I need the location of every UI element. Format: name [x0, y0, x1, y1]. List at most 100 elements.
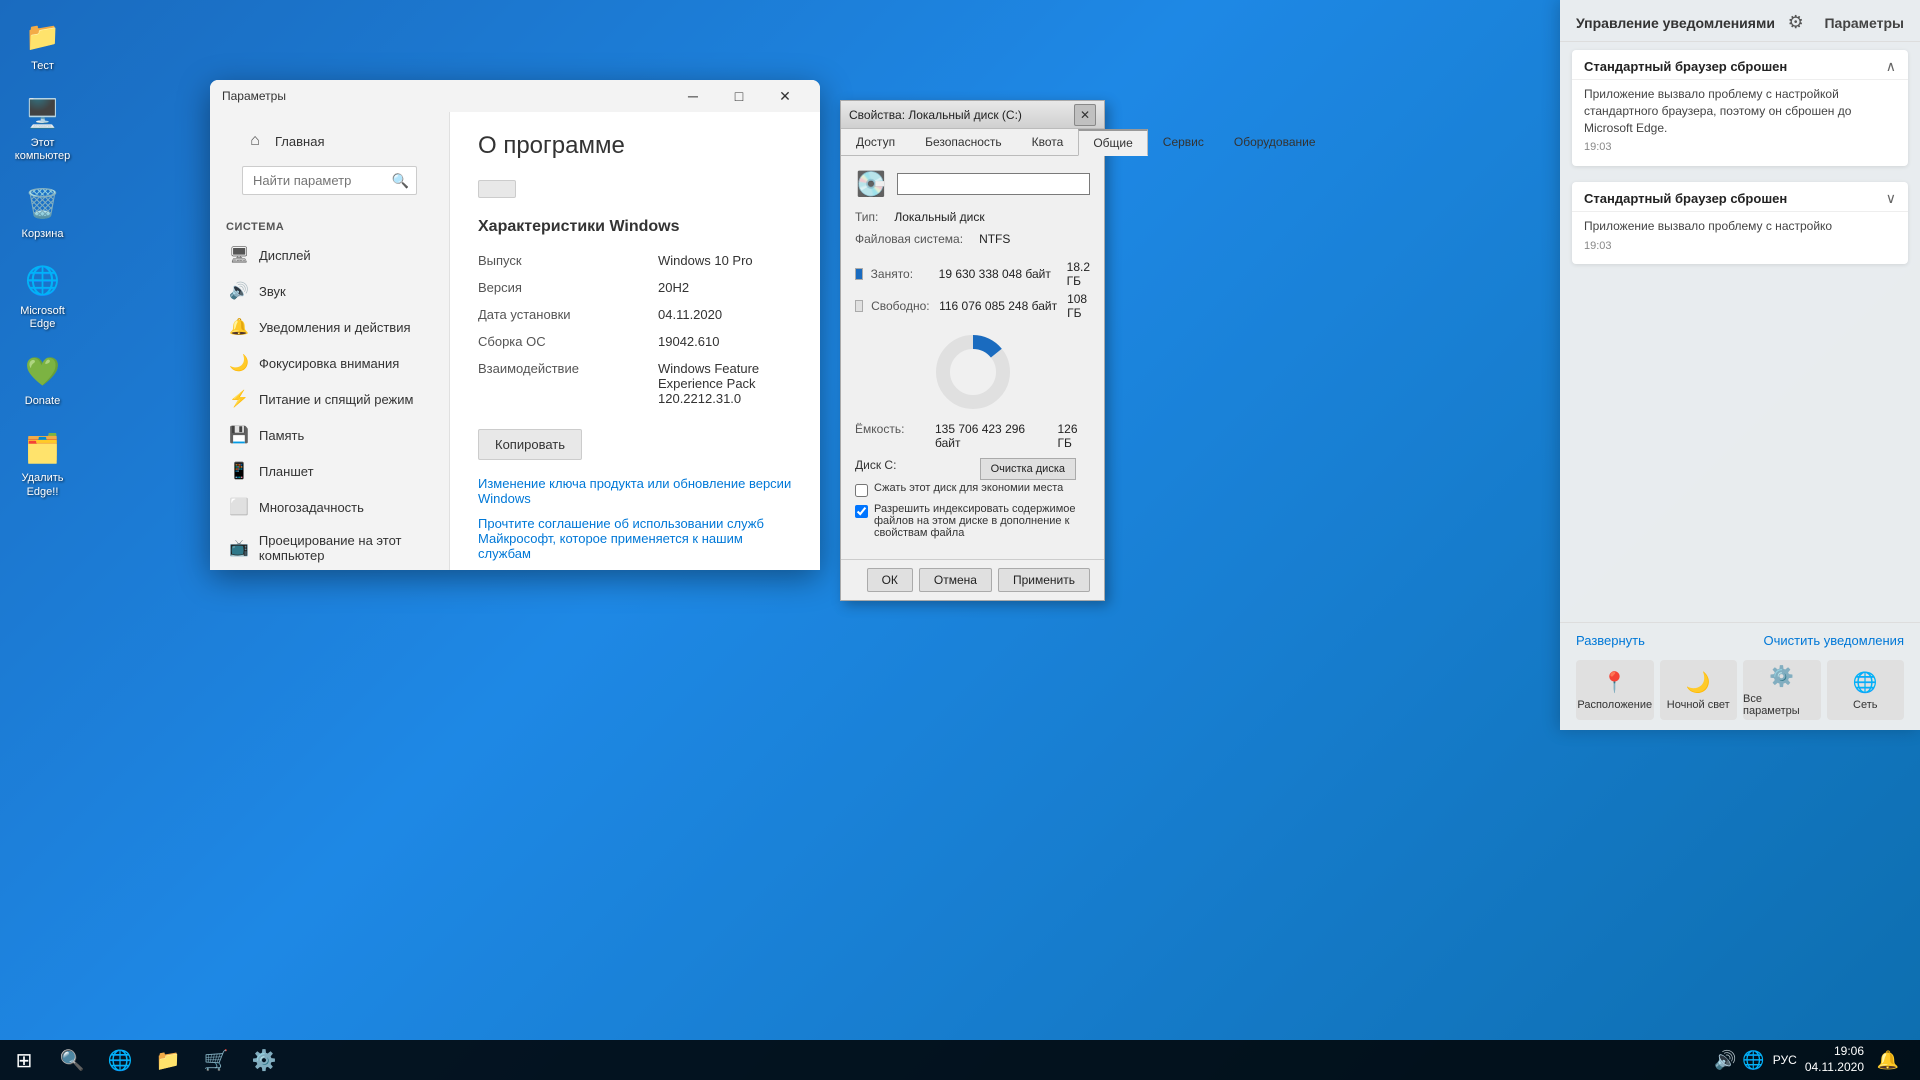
notification-button[interactable]: 🔔 — [1872, 1040, 1904, 1080]
quick-action-settings[interactable]: ⚙️ Все параметры — [1743, 660, 1821, 720]
tester-icon: 📁 — [23, 16, 63, 56]
notif-expand-link[interactable]: Развернуть — [1576, 633, 1645, 648]
sidebar-item-display[interactable]: 🖥 Дисплей — [210, 237, 449, 273]
desktop-icon-delete[interactable]: 🗂️ Удалить Edge!! — [5, 422, 80, 504]
taskbar-date: 04.11.2020 — [1805, 1060, 1864, 1076]
desktop-icon-msedge[interactable]: 🌐 Microsoft Edge — [5, 255, 80, 337]
quick-action-network[interactable]: 🌐 Сеть — [1827, 660, 1905, 720]
sidebar-item-tablet[interactable]: 📱 Планшет — [210, 453, 449, 489]
taskbar-edge-button[interactable]: 🌐 — [96, 1040, 144, 1080]
sidebar-item-sound[interactable]: 🔊 Звук — [210, 273, 449, 309]
taskbar-search-button[interactable]: 🔍 — [48, 1040, 96, 1080]
sidebar-item-focus[interactable]: 🌙 Фокусировка внимания — [210, 345, 449, 381]
notification-icon: 🔔 — [1877, 1050, 1899, 1071]
disk-cancel-button[interactable]: Отмена — [919, 568, 992, 592]
mycomputer-label: Этот компьютер — [9, 137, 76, 163]
notif-card-0-title: Стандартный браузер сброшен — [1584, 59, 1787, 74]
sidebar-notif-label: Уведомления и действия — [259, 320, 411, 335]
notif-clear-link[interactable]: Очистить уведомления — [1764, 633, 1904, 648]
taskbar-settings-button[interactable]: ⚙️ — [240, 1040, 288, 1080]
quick-action-nightlight[interactable]: 🌙 Ночной свет — [1660, 660, 1738, 720]
disk-tab-general[interactable]: Общие — [1078, 129, 1147, 156]
search-icon: 🔍 — [392, 172, 409, 189]
disk-cap-label: Ёмкость: — [855, 422, 915, 450]
desktop-icon-area: 📁 Тест 🖥️ Этот компьютер 🗑️ Корзина 🌐 Mi… — [0, 0, 85, 515]
field-value-4: Windows Feature Experience Pack 120.2212… — [658, 358, 792, 409]
link-microsoft-agreement[interactable]: Прочтите соглашение об использовании слу… — [478, 516, 792, 561]
window-controls: ─ □ ✕ — [670, 80, 808, 112]
disk-tab-hardware[interactable]: Оборудование — [1219, 129, 1331, 156]
desktop-icon-donate[interactable]: 💚 Donate — [5, 345, 80, 414]
disk-clean-button[interactable]: Очистка диска — [980, 458, 1076, 480]
notif-card-0-header: Стандартный браузер сброшен ∧ — [1572, 50, 1908, 80]
field-value-0: Windows 10 Pro — [658, 250, 792, 271]
desktop-icon-tester[interactable]: 📁 Тест — [5, 10, 80, 79]
disk-titlebar: Свойства: Локальный диск (C:) ✕ — [841, 101, 1104, 129]
disk-tab-quota[interactable]: Квота — [1017, 129, 1079, 156]
maximize-button[interactable]: □ — [716, 80, 762, 112]
network-systray-icon[interactable]: 🌐 — [1742, 1050, 1764, 1071]
copy-button[interactable]: Копировать — [478, 429, 582, 460]
desktop-icon-mycomputer[interactable]: 🖥️ Этот компьютер — [5, 87, 80, 169]
info-grid: Выпуск Windows 10 Pro Версия 20H2 Дата у… — [478, 250, 792, 409]
settings-body: ⌂ Главная 🔍 Система 🖥 Дисплей 🔊 Звук — [210, 112, 820, 570]
desktop-icon-recycle[interactable]: 🗑️ Корзина — [5, 178, 80, 247]
compress-checkbox[interactable] — [855, 484, 868, 497]
taskbar-store-button[interactable]: 🛒 — [192, 1040, 240, 1080]
notif-card-1-chevron[interactable]: ∨ — [1886, 190, 1896, 207]
settings-sidebar: ⌂ Главная 🔍 Система 🖥 Дисплей 🔊 Звук — [210, 112, 450, 570]
page-title: О программе — [478, 132, 792, 160]
quick-action-location[interactable]: 📍 Расположение — [1576, 660, 1654, 720]
disk-c-label: Диск C: — [855, 458, 896, 472]
sidebar-section-label: Система — [210, 211, 449, 237]
field-label-4: Взаимодействие — [478, 358, 658, 409]
disk-ok-button[interactable]: ОК — [867, 568, 913, 592]
notif-header: Управление уведомлениями ⚙ Параметры — [1560, 0, 1920, 42]
sidebar-item-power[interactable]: ⚡ Питание и спящий режим — [210, 381, 449, 417]
disk-tab-access[interactable]: Доступ — [841, 129, 910, 156]
field-value-3: 19042.610 — [658, 331, 792, 352]
notif-card-1-time: 19:03 — [1584, 239, 1896, 254]
notif-card-1-body: Приложение вызвало проблему с настройко … — [1572, 212, 1908, 264]
desktop: 📁 Тест 🖥️ Этот компьютер 🗑️ Корзина 🌐 Mi… — [0, 0, 1920, 1080]
settings-content: О программе Характеристики Windows Выпус… — [450, 112, 820, 570]
close-button[interactable]: ✕ — [762, 80, 808, 112]
delete-label: Удалить Edge!! — [9, 472, 76, 498]
disk-free-gb: 108 ГБ — [1067, 292, 1090, 320]
allsettings-icon: ⚙️ — [1769, 664, 1794, 689]
disk-cb2-row: Разрешить индексировать содержимое файло… — [855, 503, 1090, 539]
disk-free-row: Свободно: 116 076 085 248 байт 108 ГБ — [855, 292, 1090, 320]
sidebar-item-memory[interactable]: 💾 Память — [210, 417, 449, 453]
minimize-button[interactable]: ─ — [670, 80, 716, 112]
start-button[interactable]: ⊞ — [0, 1040, 48, 1080]
notif-card-1: Стандартный браузер сброшен ∨ Приложение… — [1572, 182, 1908, 264]
disk-usage-area: Занято: 19 630 338 048 байт 18.2 ГБ Своб… — [855, 260, 1090, 320]
sidebar-item-multitask[interactable]: ⬜ Многозадачность — [210, 489, 449, 525]
index-checkbox[interactable] — [855, 505, 868, 518]
sidebar-item-home[interactable]: ⌂ Главная — [226, 124, 433, 158]
notif-card-0-text: Приложение вызвало проблему с настройкой… — [1584, 87, 1851, 135]
index-label: Разрешить индексировать содержимое файло… — [874, 503, 1090, 539]
sidebar-item-project[interactable]: 📺 Проецирование на этот компьютер — [210, 525, 449, 570]
link-product-key[interactable]: Изменение ключа продукта или обновление … — [478, 476, 792, 506]
volume-icon[interactable]: 🔊 — [1714, 1050, 1736, 1071]
disk-name-input[interactable] — [897, 173, 1090, 195]
taskbar-clock[interactable]: 19:06 04.11.2020 — [1805, 1044, 1864, 1075]
disk-tab-security[interactable]: Безопасность — [910, 129, 1017, 156]
sidebar-project-label: Проецирование на этот компьютер — [259, 533, 433, 563]
sidebar-memory-label: Память — [259, 428, 304, 443]
sidebar-power-label: Питание и спящий режим — [259, 392, 413, 407]
disk-tab-service[interactable]: Сервис — [1148, 129, 1219, 156]
notif-settings-icon[interactable]: ⚙ — [1788, 12, 1804, 33]
sidebar-item-notifications[interactable]: 🔔 Уведомления и действия — [210, 309, 449, 345]
notif-card-1-text: Приложение вызвало проблему с настройко — [1584, 219, 1832, 233]
disk-apply-button[interactable]: Применить — [998, 568, 1090, 592]
network-label: Сеть — [1853, 699, 1877, 711]
rename-pc-button[interactable] — [478, 180, 516, 198]
project-icon: 📺 — [229, 538, 249, 558]
taskbar-files-button[interactable]: 📁 — [144, 1040, 192, 1080]
memory-icon: 💾 — [229, 425, 249, 445]
settings-window-title: Параметры — [222, 89, 670, 103]
notif-card-0-chevron[interactable]: ∧ — [1886, 58, 1896, 75]
disk-close-button[interactable]: ✕ — [1074, 104, 1096, 126]
